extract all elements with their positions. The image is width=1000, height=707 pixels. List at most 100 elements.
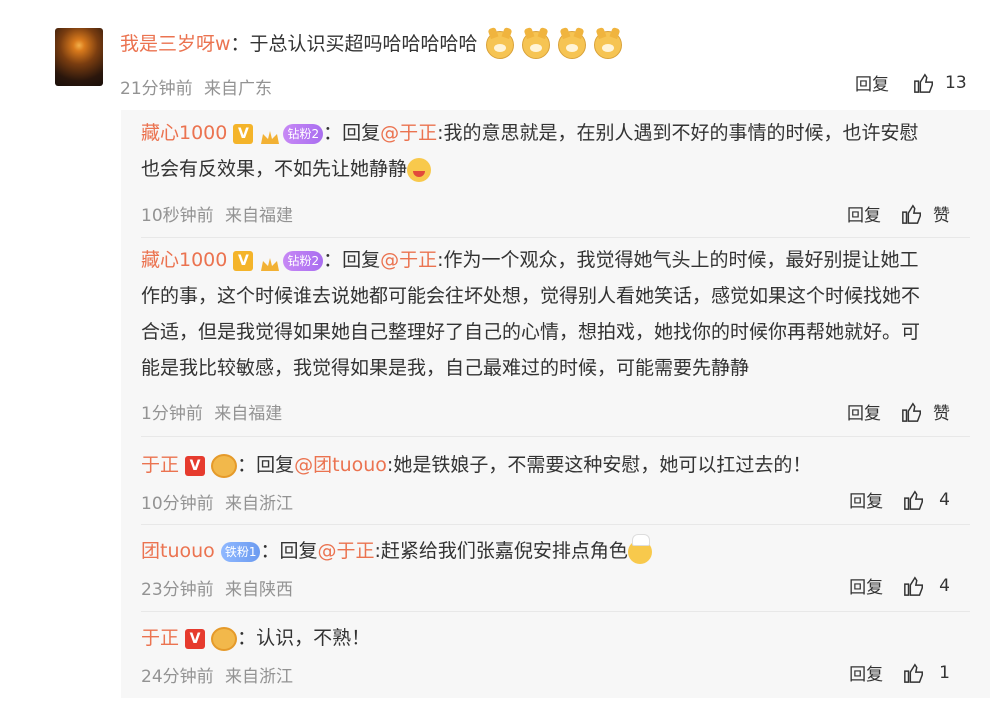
reply-body-line: 也会有反效果，不如先让她静静 (141, 158, 408, 180)
thumb-up-icon (904, 662, 924, 683)
dog-emoji-icon (593, 30, 622, 59)
reply-meta: 10秒钟前 来自福建 (141, 201, 293, 226)
reply-item: 藏心1000 V 钻粉2 ：回复@于正:作为一个观众，我觉得她气头上的时候，最好别… (141, 242, 970, 427)
main-comment-text: 我是三岁呀w：于总认识买超吗哈哈哈哈哈 (120, 30, 622, 59)
reply-actions: 回复 1 (849, 660, 950, 686)
reply-text: 藏心1000 V 钻粉2 ：回复@于正:我的意思就是，在别人遇到不好的事情的时候，… (141, 115, 970, 187)
reply-actions: 回复 赞 (847, 399, 950, 424)
v-badge-icon: V (233, 250, 254, 271)
reply-button[interactable]: 回复 (847, 201, 881, 226)
fan-badge: 钻粉2 (283, 250, 324, 271)
reply-prefix: ：回复 (323, 249, 381, 271)
thumb-up-icon (902, 401, 921, 422)
reply-prefix: ：回复 (260, 540, 318, 562)
thumb-up-icon (902, 203, 921, 224)
reply-time: 23分钟前 (141, 580, 214, 600)
main-comment-username[interactable]: 我是三岁呀w (120, 33, 231, 55)
reply-body-line: ：认识，不熟！ (237, 627, 371, 649)
reply-text: 团tuouo 铁粉1 ：回复@于正:赶紧给我们张嘉倪安排点角色 (141, 533, 970, 569)
reply-text: 藏心1000 V 钻粉2 ：回复@于正:作为一个观众，我觉得她气头上的时候，最好别… (141, 242, 970, 386)
reply-prefix: ：回复 (323, 122, 381, 144)
cook-emoji-icon (627, 533, 652, 564)
crown-icon (259, 251, 281, 271)
like-button[interactable]: 4 (903, 575, 950, 597)
reply-button[interactable]: 回复 (847, 399, 881, 424)
main-comment-actions: 回复 13 (855, 70, 967, 96)
like-button[interactable]: 赞 (901, 399, 950, 424)
divider (141, 436, 970, 437)
dog-emoji-icon (485, 30, 514, 59)
main-comment-source: 来自广东 (204, 79, 273, 99)
reply-source: 来自陕西 (225, 580, 294, 600)
divider (141, 611, 970, 612)
reply-text: 于正 V ：认识，不熟！ (141, 620, 970, 656)
reply-source: 来自浙江 (225, 667, 294, 687)
reply-actions: 回复 4 (849, 573, 950, 599)
divider (141, 237, 970, 238)
reply-time: 10秒钟前 (141, 206, 214, 226)
like-button[interactable]: 赞 (901, 201, 950, 226)
reply-meta: 10分钟前 来自浙江 (141, 489, 293, 514)
reply-actions: 回复 4 (849, 487, 950, 513)
reply-body-line: :她是铁娘子，不需要这种安慰，她可以扛过去的！ (386, 454, 812, 476)
like-button[interactable]: 4 (903, 489, 950, 511)
reply-username[interactable]: 藏心1000 (141, 122, 227, 144)
reply-body-line: :作为一个观众，我觉得她气头上的时候，最好别提让她工 (437, 249, 919, 271)
like-count: 13 (945, 72, 967, 93)
reply-item: 团tuouo 铁粉1 ：回复@于正:赶紧给我们张嘉倪安排点角色 23分钟前 来自陕… (141, 533, 970, 603)
reply-item: 藏心1000 V 钻粉2 ：回复@于正:我的意思就是，在别人遇到不好的事情的时候，… (141, 115, 970, 230)
tongue-emoji-icon (407, 157, 432, 182)
like-count: 4 (939, 489, 950, 510)
main-comment-meta: 21分钟前 来自广东 (120, 74, 272, 99)
reply-source: 来自福建 (214, 404, 283, 424)
reply-item: 于正 V ：回复@团tuouo:她是铁娘子，不需要这种安慰，她可以扛过去的！ 1… (141, 447, 970, 517)
thumb-up-icon (914, 72, 933, 93)
thumb-up-icon (904, 575, 924, 596)
reply-time: 10分钟前 (141, 494, 214, 514)
mention-link[interactable]: @于正 (380, 122, 437, 144)
reply-body-line: :我的意思就是，在别人遇到不好的事情的时候，也许安慰 (437, 122, 919, 144)
dog-emoji-icon (521, 30, 550, 59)
like-label: 赞 (933, 404, 950, 424)
like-button[interactable]: 1 (903, 662, 950, 684)
reply-body-line: 能是我比较敏感，我觉得如果是我，自己最难过的时候，可能需要先静静 (141, 357, 750, 379)
v-badge-icon: V (233, 123, 254, 144)
lion-badge-icon (211, 453, 238, 478)
main-comment-body: ：于总认识买超吗哈哈哈哈哈 (230, 33, 478, 55)
reply-item: 于正 V ：认识，不熟！ 24分钟前 来自浙江 回复 1 (141, 620, 970, 690)
dog-emoji-icon (557, 30, 586, 59)
fan-badge: 钻粉2 (283, 123, 324, 144)
crown-icon (259, 124, 281, 144)
reply-button[interactable]: 回复 (849, 573, 883, 598)
thumb-up-icon (904, 489, 924, 510)
reply-source: 来自福建 (225, 206, 294, 226)
reply-username[interactable]: 于正 (141, 454, 179, 476)
reply-time: 24分钟前 (141, 667, 214, 687)
like-count: 4 (939, 575, 950, 596)
lion-badge-icon (211, 626, 238, 651)
like-label: 赞 (933, 206, 950, 226)
reply-username[interactable]: 藏心1000 (141, 249, 227, 271)
reply-source: 来自浙江 (225, 494, 294, 514)
reply-button[interactable]: 回复 (849, 660, 883, 685)
mention-link[interactable]: @团tuouo (294, 454, 387, 476)
avatar[interactable] (55, 28, 103, 86)
reply-button[interactable]: 回复 (849, 487, 883, 512)
v-badge-icon: V (185, 455, 206, 476)
like-count: 1 (939, 662, 950, 683)
mention-link[interactable]: @于正 (318, 540, 375, 562)
dog-emoji-group (484, 30, 622, 59)
like-button[interactable]: 13 (913, 72, 967, 94)
reply-prefix: ：回复 (237, 454, 295, 476)
reply-body-line: 合适，但是我觉得如果她自己整理好了自己的心情，想拍戏，她找你的时候你再帮她就好。… (141, 321, 921, 343)
reply-button[interactable]: 回复 (855, 70, 889, 95)
reply-username[interactable]: 团tuouo (141, 540, 215, 562)
fan-badge: 铁粉1 (220, 541, 261, 562)
reply-meta: 1分钟前 来自福建 (141, 399, 282, 424)
mention-link[interactable]: @于正 (380, 249, 437, 271)
divider (141, 524, 970, 525)
reply-time: 1分钟前 (141, 404, 203, 424)
reply-list: 藏心1000 V 钻粉2 ：回复@于正:我的意思就是，在别人遇到不好的事情的时候，… (121, 110, 990, 698)
reply-body-line: 作的事，这个时候谁去说她都可能会往坏处想，觉得别人看她笑话，感觉如果这个时候找她… (141, 285, 921, 307)
reply-username[interactable]: 于正 (141, 627, 179, 649)
